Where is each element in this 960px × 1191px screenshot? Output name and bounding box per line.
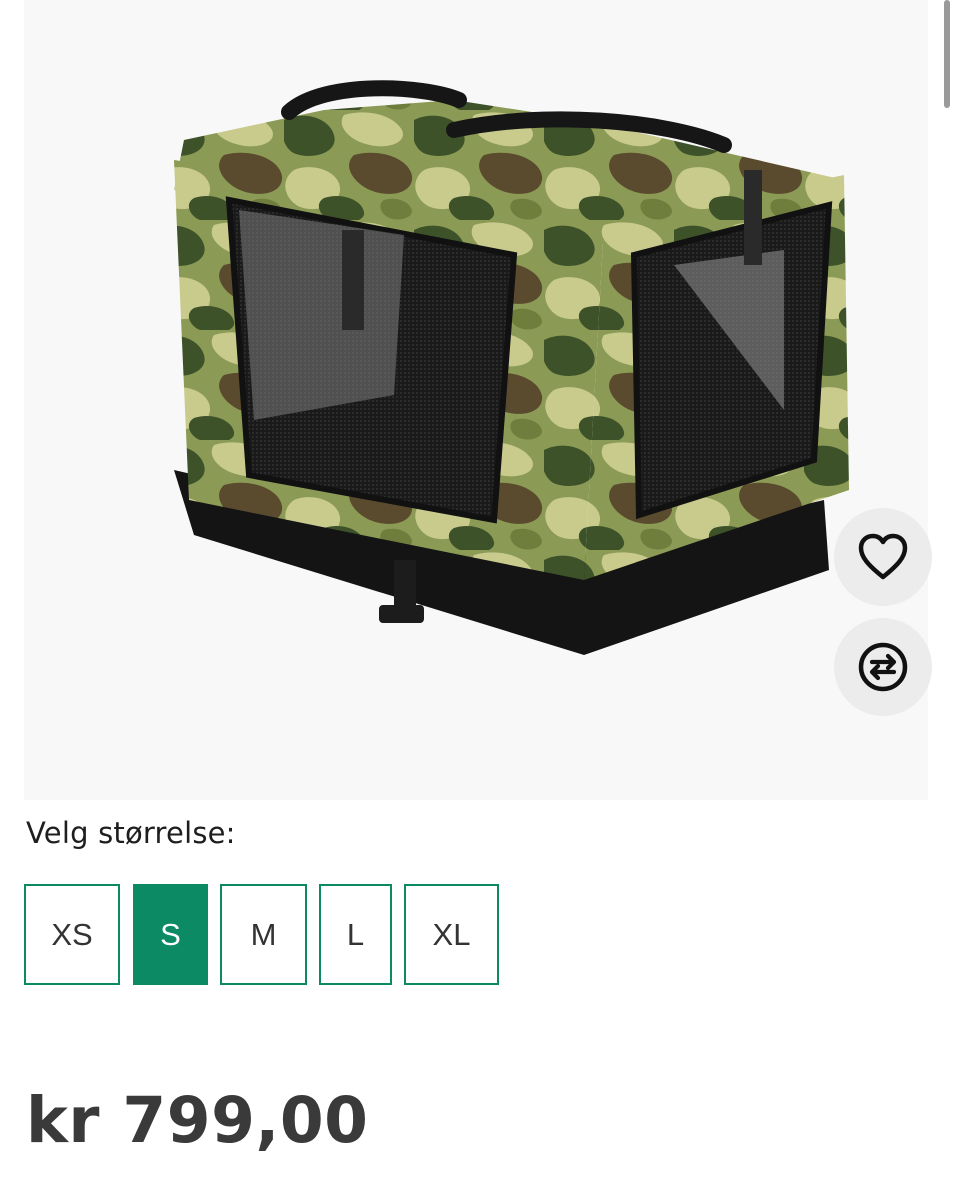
swap-arrows-icon — [858, 642, 908, 692]
size-option-m[interactable]: M — [220, 884, 307, 985]
size-option-xs[interactable]: XS — [24, 884, 120, 985]
size-option-s[interactable]: S — [133, 884, 208, 985]
product-price: kr 799,00 — [26, 1084, 369, 1157]
size-option-l[interactable]: L — [319, 884, 392, 985]
scrollbar[interactable] — [944, 0, 950, 108]
product-image-area — [24, 0, 932, 800]
product-image[interactable] — [24, 0, 928, 800]
size-selector-label: Velg størrelse: — [26, 816, 236, 850]
compare-button[interactable] — [834, 618, 932, 716]
size-option-xl[interactable]: XL — [404, 884, 499, 985]
favorite-button[interactable] — [834, 508, 932, 606]
heart-outline-icon — [858, 533, 908, 580]
